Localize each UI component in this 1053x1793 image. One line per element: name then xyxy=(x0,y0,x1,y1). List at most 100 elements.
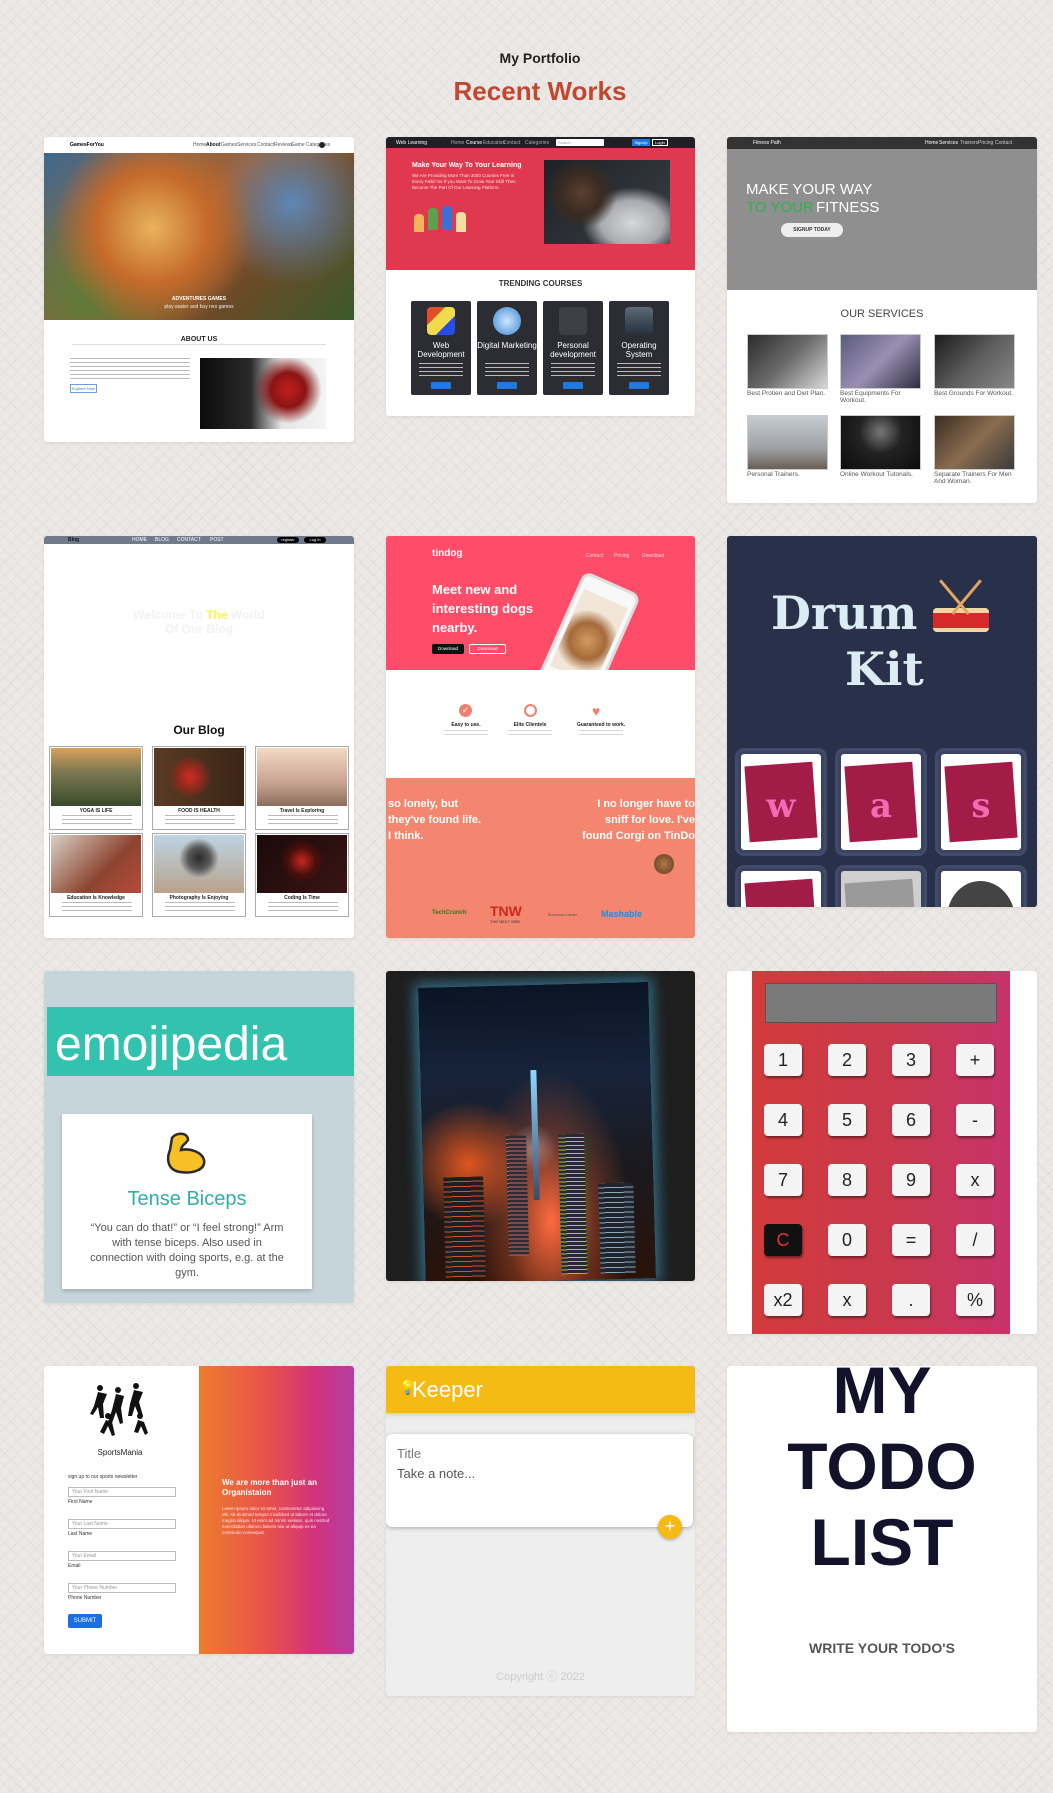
service-caption: Best Grounds For Workout. xyxy=(934,390,1013,397)
work-card-calculator[interactable]: 1 2 3 +4 5 6-7 8 9 x C 0 = / x2 x.% xyxy=(727,971,1037,1334)
hero-photo xyxy=(544,160,670,244)
phone-input[interactable]: Your Phone Number xyxy=(68,1583,176,1593)
work-card-sportsmania[interactable]: SportsMania sign up to our sports newsle… xyxy=(44,1366,354,1654)
about-title: ABOUT US xyxy=(180,336,218,343)
section-title: Our Blog xyxy=(173,723,225,737)
note-content-input[interactable]: Take a note... xyxy=(397,1466,475,1481)
service-caption: Best Equipments For Workout. xyxy=(840,390,901,404)
work-card-blog[interactable]: Blog HOME BLOG CONTACT POST register Log… xyxy=(44,536,354,938)
features-section: ✓ ♥ Easy to use. Elite Clientele Guarant… xyxy=(386,670,695,778)
calculator-key[interactable]: 1 xyxy=(764,1044,802,1076)
press-logo-sub: THE NEXT WEB xyxy=(490,919,520,924)
nav-item: POST xyxy=(210,537,224,543)
service-caption: Online Workout Tutorials. xyxy=(840,471,913,478)
todo-title-line-3: LIST xyxy=(810,1505,954,1579)
site-brand: SportsMania xyxy=(97,1448,143,1457)
service-image xyxy=(840,415,921,470)
last-name-input[interactable]: Your Last Name xyxy=(68,1519,176,1529)
calculator-key[interactable]: 9 xyxy=(892,1164,930,1196)
nav-item: Services xyxy=(237,142,257,148)
nav-item: Pricing xyxy=(614,553,630,559)
hero-line-1: MAKE YOUR WAY xyxy=(746,181,873,198)
register-button: register xyxy=(277,537,299,543)
hero-line-2: FITNESS xyxy=(816,199,880,216)
hero-section: Make Your Way To Your Learning We Are Pr… xyxy=(386,148,695,270)
hero-title: ADVENTURES GAMES xyxy=(171,296,227,302)
work-card-fitness[interactable]: Fitness Path Home Services Trainers Pric… xyxy=(727,137,1037,503)
work-card-city[interactable] xyxy=(386,971,695,1281)
nav-item: About xyxy=(206,142,221,148)
last-name-label: Last Name xyxy=(68,1531,93,1537)
calculator-key[interactable]: 0 xyxy=(828,1224,866,1256)
heart-icon: ♥ xyxy=(592,703,601,719)
calculator-key[interactable]: = xyxy=(892,1224,930,1256)
site-navbar: Blog HOME BLOG CONTACT POST register Log… xyxy=(44,536,354,544)
calculator-key[interactable]: 7 xyxy=(764,1164,802,1196)
drum-key-w[interactable]: w xyxy=(738,751,824,853)
submit-button[interactable]: SUBMIT xyxy=(68,1614,102,1628)
nav-item: Contact xyxy=(586,553,604,559)
note-title-input[interactable]: Title xyxy=(397,1446,421,1461)
calculator-key[interactable]: x2 xyxy=(764,1284,802,1316)
site-brand: GamesForYou xyxy=(70,142,104,148)
calculator-key[interactable]: 3 xyxy=(892,1044,930,1076)
calculator-key[interactable]: 2 xyxy=(828,1044,866,1076)
nav-item: Download xyxy=(642,553,665,559)
calculator-key[interactable]: x xyxy=(828,1284,866,1316)
calculator-key[interactable]: % xyxy=(956,1284,994,1316)
service-image xyxy=(934,334,1015,389)
drum-key-j[interactable]: j xyxy=(838,868,924,907)
email-input[interactable]: Your Email xyxy=(68,1551,176,1561)
download-button-apple: Download xyxy=(432,644,464,654)
work-card-drumkit[interactable]: Drum Kit w a s d j k xyxy=(727,536,1037,907)
drum-key-d[interactable]: d xyxy=(738,868,824,907)
emoji-description: “You can do that!” or “I feel strong!” A… xyxy=(90,1222,284,1279)
login-button: Login xyxy=(652,139,668,146)
work-card-tindog[interactable]: tindog Contact Pricing Download Meet new… xyxy=(386,536,695,938)
drum-key-s[interactable]: s xyxy=(938,751,1024,853)
search-input: Search xyxy=(556,139,604,146)
calculator-key[interactable]: 6 xyxy=(892,1104,930,1136)
site-brand: Fitness Path xyxy=(753,140,781,146)
side-panel: We are more than just an Organistaion Lo… xyxy=(199,1366,354,1654)
footer-copyright: Copyright ⓒ 2022 xyxy=(496,1671,585,1683)
calculator-key[interactable]: - xyxy=(956,1104,994,1136)
work-card-emojipedia[interactable]: emojipedia Tense Biceps “You can do that… xyxy=(44,971,354,1303)
nav-item: BLOG xyxy=(155,537,169,543)
nav-item: Contact xyxy=(257,142,275,148)
nav-item: HOME xyxy=(132,537,147,543)
press-logo: TechCrunch xyxy=(432,910,467,916)
calculator-key[interactable]: x xyxy=(956,1164,994,1196)
phone-label: Phone Number xyxy=(68,1595,102,1601)
blog-post-card: Coding Is Time xyxy=(255,833,349,917)
work-card-keeper[interactable]: 💡 Keeper Title Take a note... + Copyrigh… xyxy=(386,1366,695,1696)
press-logo: TNW xyxy=(490,903,522,919)
calculator-key[interactable]: / xyxy=(956,1224,994,1256)
hero-text: play easier and buy nex games xyxy=(164,304,234,310)
calculator-key[interactable]: + xyxy=(956,1044,994,1076)
site-brand: Blog xyxy=(68,537,80,543)
signup-button: SignUp xyxy=(632,139,650,146)
calculator-key[interactable]: . xyxy=(892,1284,930,1316)
calculator-key[interactable]: 8 xyxy=(828,1164,866,1196)
hero-section: Fitness Path Home Services Trainers Pric… xyxy=(727,137,1037,290)
city-skyline-image xyxy=(418,982,656,1281)
hero-title: Meet new and interesting dogs nearby. xyxy=(432,582,534,635)
first-name-input[interactable]: Your First Name xyxy=(68,1487,176,1497)
add-note-button[interactable]: + xyxy=(658,1515,682,1539)
calculator-key[interactable]: 4 xyxy=(764,1104,802,1136)
nav-item: Contact xyxy=(503,140,521,146)
feature-text xyxy=(508,730,552,738)
work-card-todo[interactable]: MY TODO LIST WRITE YOUR TODO'S xyxy=(727,1366,1037,1732)
site-navbar: Web Learning Home Course Education Conta… xyxy=(386,137,695,148)
calculator-key[interactable]: 5 xyxy=(828,1104,866,1136)
calculator-key[interactable]: C xyxy=(764,1224,802,1256)
nav-item: Course xyxy=(466,140,483,146)
service-image xyxy=(747,334,828,389)
work-card-gaming[interactable]: GamesForYou Home About Games Services Co… xyxy=(44,137,354,442)
check-icon: ✓ xyxy=(459,704,472,717)
dog-avatar xyxy=(654,854,674,874)
work-card-learning[interactable]: Web Learning Home Course Education Conta… xyxy=(386,137,695,416)
drum-key-k[interactable]: k xyxy=(938,868,1024,907)
drum-key-a[interactable]: a xyxy=(838,751,924,853)
